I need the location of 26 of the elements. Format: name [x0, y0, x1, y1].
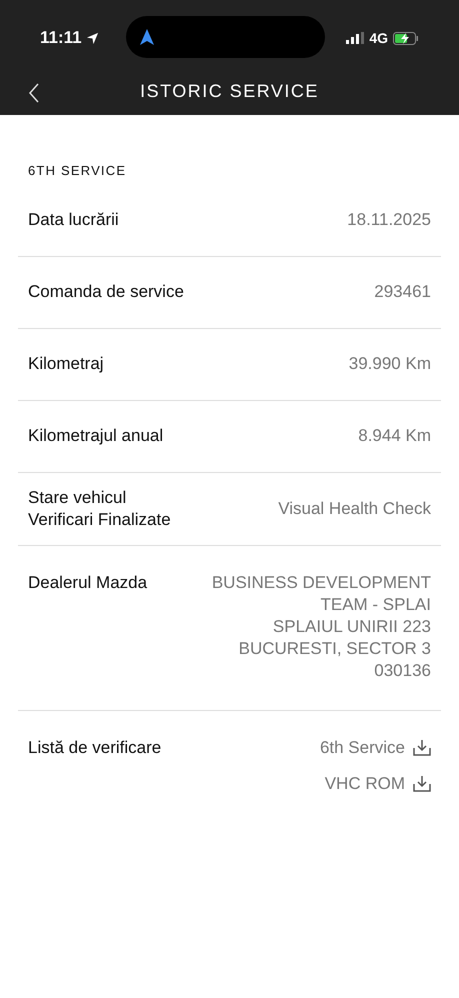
status-time: 11:11 [40, 27, 82, 50]
location-arrow-icon [86, 32, 99, 44]
row-label: Dealerul Mazda [28, 572, 148, 594]
download-icon [413, 774, 431, 792]
row-label: Comanda de service [28, 281, 184, 303]
row-value: Visual Health Check [278, 498, 431, 520]
navigation-arrow-icon [140, 29, 154, 45]
section-title: 6TH SERVICE [27, 162, 128, 180]
download-link[interactable]: 6th Service [320, 736, 431, 758]
row-value: 18.11.2025 [347, 209, 431, 231]
row-value: 293461 [374, 281, 431, 303]
row-label: Stare vehicul Verificari Finalizate [28, 486, 171, 530]
row-label: Listă de verificare [28, 736, 162, 758]
page-title: ISTORIC SERVICE [140, 80, 319, 102]
row-value: BUSINESS DEVELOPMENT TEAM - SPLAI SPLAIUL UNIRII 223 BUCURESTI, SECTOR 3 030136 [212, 572, 431, 682]
download-icon [413, 738, 431, 756]
row-label: Data lucrării [28, 209, 119, 231]
row-label: Kilometraj [28, 353, 104, 375]
chevron-left-icon [28, 83, 40, 103]
row-value: 39.990 Km [348, 353, 431, 375]
download-link[interactable]: VHC ROM [324, 772, 431, 794]
network-label: 4G [369, 28, 388, 48]
battery-charging-icon [393, 32, 419, 44]
row-label: Kilometrajul anual [28, 425, 164, 447]
row-value: 8.944 Km [358, 425, 431, 447]
signal-icon [346, 32, 364, 44]
